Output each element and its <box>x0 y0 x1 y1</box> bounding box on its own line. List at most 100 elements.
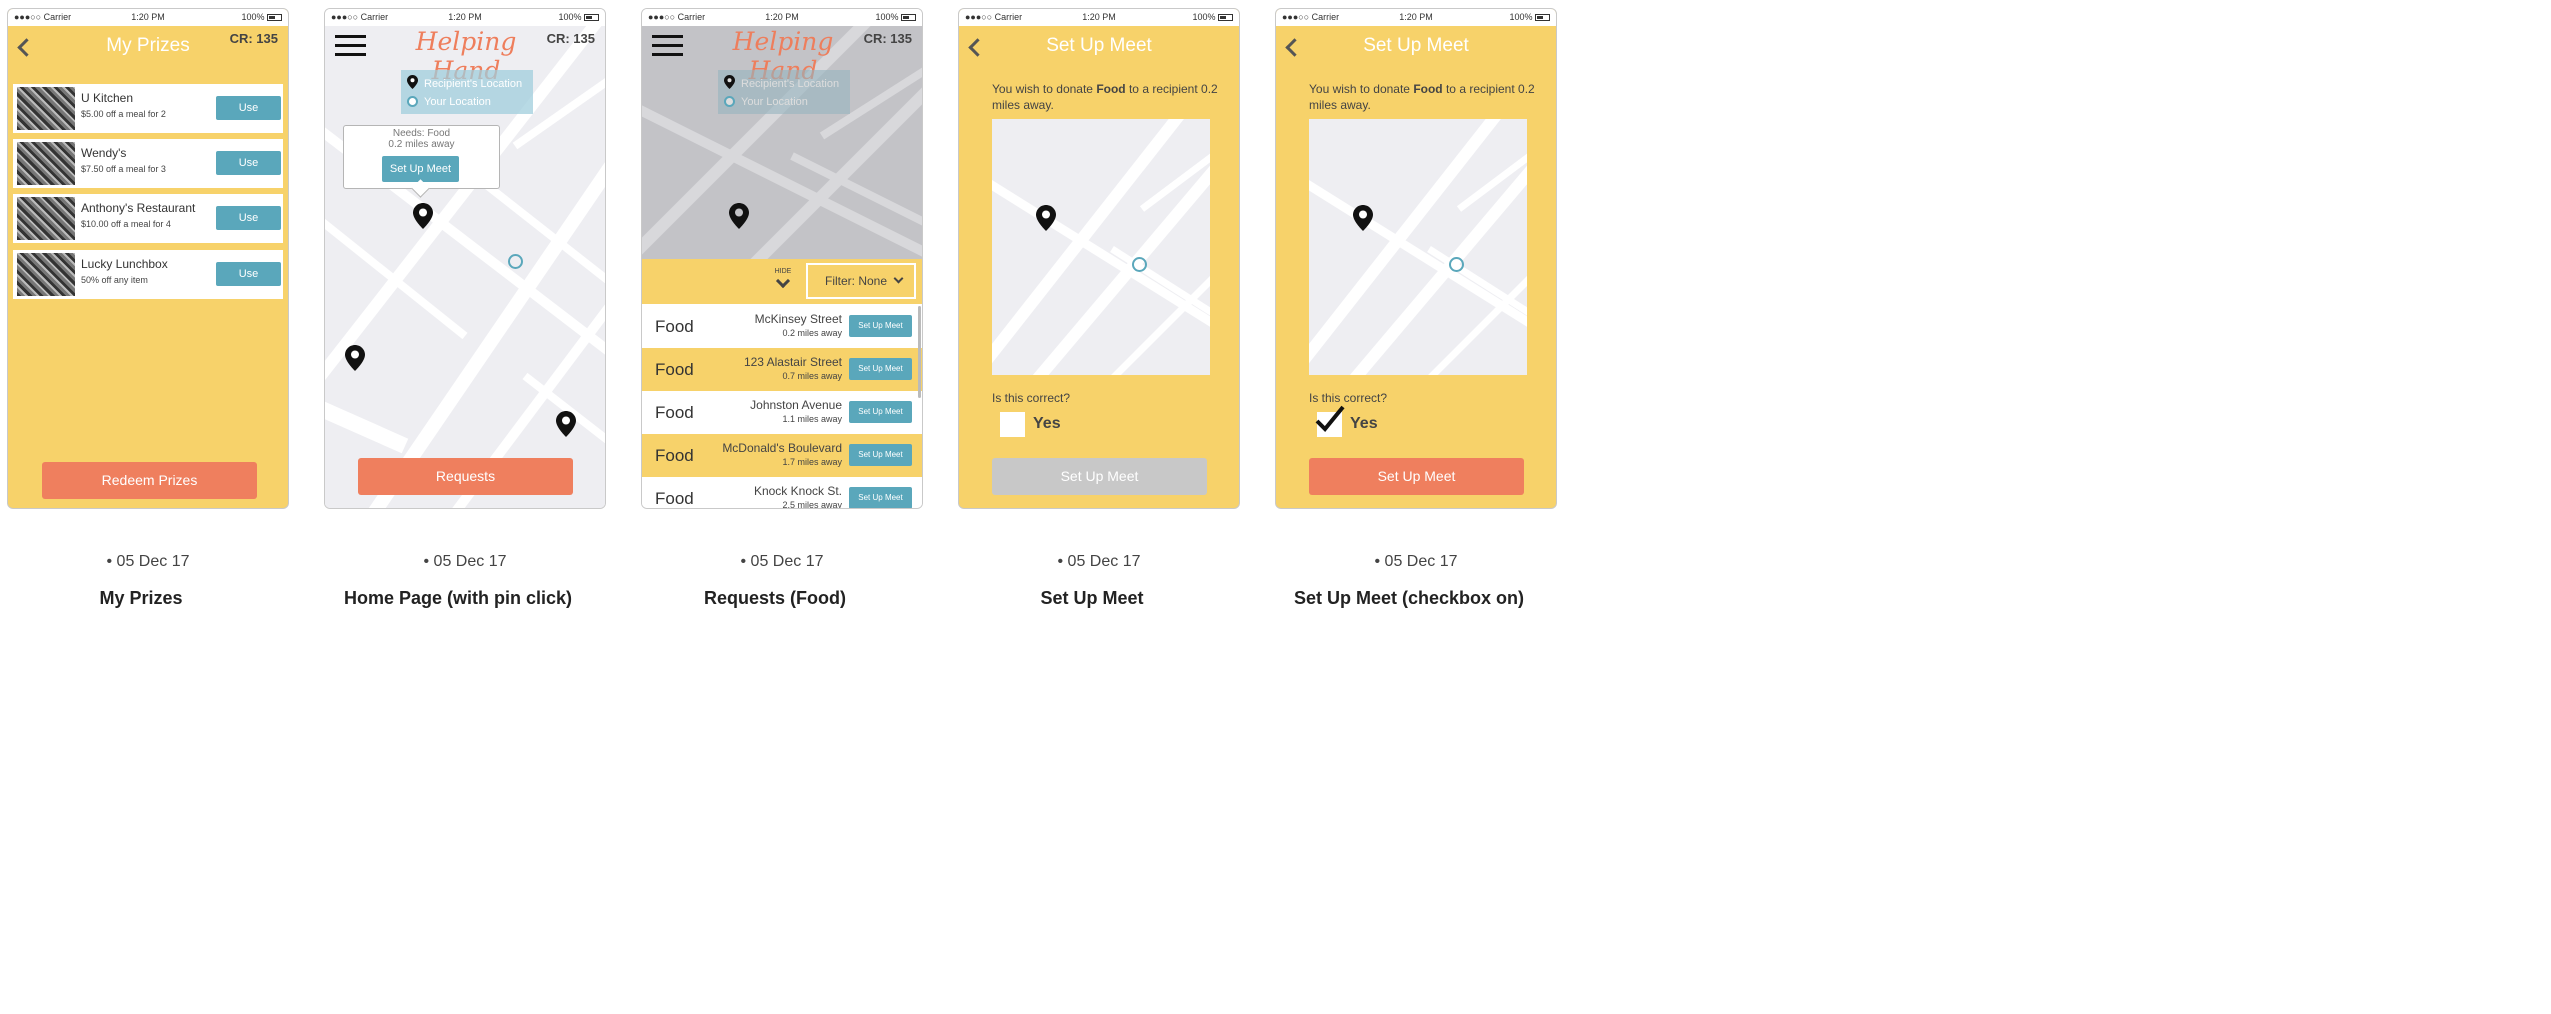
request-street: Knock Knock St. <box>753 484 842 498</box>
filter-dropdown[interactable]: Filter: None <box>806 263 916 299</box>
recipient-pin-icon[interactable] <box>413 203 433 229</box>
use-prize-button[interactable]: Use <box>216 262 281 286</box>
confirm-checkbox[interactable] <box>1000 412 1025 437</box>
request-type: Food <box>655 446 694 465</box>
confirm-checkbox-checked[interactable] <box>1315 405 1345 437</box>
status-bar: ●●●○○ Carrier 1:20 PM 100% <box>1276 9 1556 26</box>
meet-map[interactable] <box>992 119 1210 375</box>
location-ring-icon <box>407 96 418 107</box>
requests-button[interactable]: Requests <box>358 458 573 495</box>
set-up-meet-button-disabled[interactable]: Set Up Meet <box>992 458 1207 495</box>
recipient-pin-icon[interactable] <box>345 345 365 371</box>
home-screen: ●●●○○ Carrier 1:20 PM 100% Helping Hand … <box>324 8 606 509</box>
set-up-meet-button[interactable]: Set Up Meet <box>849 401 912 423</box>
caption-title: Requests (Food) <box>704 588 846 608</box>
recipient-pin-icon <box>1353 205 1373 231</box>
list-scrollbar[interactable] <box>918 306 921 398</box>
hamburger-menu-icon[interactable] <box>652 35 683 57</box>
set-up-meet-button[interactable]: Set Up Meet <box>382 156 459 182</box>
requests-screen: ●●●○○ Carrier 1:20 PM 100% Helping Hand … <box>641 8 923 509</box>
checkmark-icon <box>1315 405 1345 432</box>
request-row[interactable]: Food Knock Knock St. 2.5 miles away Set … <box>642 477 922 508</box>
hamburger-menu-icon[interactable] <box>335 35 366 57</box>
prize-name: Anthony's Restaurant <box>81 201 196 215</box>
set-up-meet-button[interactable]: Set Up Meet <box>849 487 912 508</box>
donation-summary: You wish to donate Food to a recipient 0… <box>992 81 1232 113</box>
request-row[interactable]: Food McDonald's Boulevard 1.7 miles away… <box>642 434 922 477</box>
set-up-meet-screen: ●●●○○ Carrier 1:20 PM 100% Set Up Meet Y… <box>958 8 1240 509</box>
summary-item: Food <box>1413 82 1443 96</box>
caption-title: My Prizes <box>99 588 183 608</box>
your-location-icon <box>1449 257 1464 272</box>
redeem-prizes-button[interactable]: Redeem Prizes <box>42 462 257 499</box>
status-bar: ●●●○○ Carrier 1:20 PM 100% <box>642 9 922 26</box>
request-row[interactable]: Food 123 Alastair Street 0.7 miles away … <box>642 348 922 391</box>
restaurant-photo <box>17 142 75 185</box>
prize-description: $5.00 off a meal for 2 <box>81 109 166 119</box>
request-distance: 0.2 miles away <box>782 328 842 338</box>
chevron-down-icon <box>775 273 791 289</box>
set-up-meet-button[interactable]: Set Up Meet <box>849 315 912 337</box>
recipient-pin-icon <box>1036 205 1056 231</box>
prize-card: U Kitchen $5.00 off a meal for 2 Use <box>13 84 283 133</box>
your-location-icon <box>1132 257 1147 272</box>
prize-card: Anthony's Restaurant $10.00 off a meal f… <box>13 194 283 243</box>
legend-you: Your Location <box>407 96 491 108</box>
filter-bar: HIDE Filter: None <box>642 259 922 304</box>
recipient-pin-icon[interactable] <box>729 203 749 229</box>
request-type: Food <box>655 403 694 422</box>
battery-icon <box>1218 14 1233 21</box>
legend-you: Your Location <box>724 96 808 108</box>
credits-badge: CR: 135 <box>546 31 595 46</box>
caption-title: Home Page (with pin click) <box>343 588 573 608</box>
location-ring-icon <box>724 96 735 107</box>
battery-percent: 100% <box>1509 12 1533 22</box>
set-up-meet-button[interactable]: Set Up Meet <box>1309 458 1524 495</box>
summary-text: You wish to donate <box>992 82 1097 96</box>
legend-recipient: Recipient's Location <box>724 75 839 90</box>
caption-title: Set Up Meet (checkbox on) <box>1293 588 1525 608</box>
request-row[interactable]: Food Johnston Avenue 1.1 miles away Set … <box>642 391 922 434</box>
legend-recipient-label: Recipient's Location <box>741 78 840 90</box>
request-distance: 0.7 miles away <box>782 371 842 381</box>
battery-percent: 100% <box>1192 12 1216 22</box>
battery-percent: 100% <box>558 12 582 22</box>
status-bar: ●●●○○ Carrier 1:20 PM 100% <box>325 9 605 26</box>
page-title: Set Up Meet <box>1363 35 1469 56</box>
battery-icon <box>1535 14 1550 21</box>
caption-date: • 05 Dec 17 <box>740 553 824 570</box>
use-prize-button[interactable]: Use <box>216 96 281 120</box>
request-street: 123 Alastair Street <box>743 355 842 369</box>
checkbox-label: Yes <box>1033 415 1061 432</box>
request-row[interactable]: Food McKinsey Street 0.2 miles away Set … <box>642 305 922 348</box>
map-streets <box>992 119 1210 375</box>
set-up-meet-checked-screen: ●●●○○ Carrier 1:20 PM 100% Set Up Meet Y… <box>1275 8 1557 509</box>
battery-percent: 100% <box>241 12 265 22</box>
set-up-meet-button[interactable]: Set Up Meet <box>849 358 912 380</box>
meet-map[interactable] <box>1309 119 1527 375</box>
use-prize-button[interactable]: Use <box>216 151 281 175</box>
set-up-meet-button[interactable]: Set Up Meet <box>849 444 912 466</box>
hide-list-toggle[interactable]: HIDE <box>774 268 792 289</box>
restaurant-photo <box>17 87 75 130</box>
use-prize-button[interactable]: Use <box>216 206 281 230</box>
prize-card: Lucky Lunchbox 50% off any item Use <box>13 250 283 299</box>
summary-text: You wish to donate <box>1309 82 1414 96</box>
prize-name: Wendy's <box>81 146 127 160</box>
page-title: Set Up Meet <box>1046 35 1152 56</box>
popup-need: Needs: Food <box>392 128 451 139</box>
prize-card: Wendy's $7.50 off a meal for 3 Use <box>13 139 283 188</box>
request-street: Johnston Avenue <box>750 398 842 412</box>
caption-date: • 05 Dec 17 <box>106 553 190 570</box>
recipient-pin-icon[interactable] <box>556 411 576 437</box>
legend-recipient-label: Recipient's Location <box>424 78 523 90</box>
status-bar: ●●●○○ Carrier 1:20 PM 100% <box>959 9 1239 26</box>
caption-date: • 05 Dec 17 <box>423 553 507 570</box>
request-type: Food <box>655 317 694 336</box>
my-prizes-screen: ●●●○○ Carrier 1:20 PM 100% My Prizes CR:… <box>7 8 289 509</box>
battery-indicator: 100% <box>241 12 282 22</box>
pin-icon <box>407 75 418 89</box>
legend-you-label: Your Location <box>741 96 808 108</box>
confirm-question: Is this correct? <box>992 391 1071 405</box>
prize-name: Lucky Lunchbox <box>81 257 168 271</box>
